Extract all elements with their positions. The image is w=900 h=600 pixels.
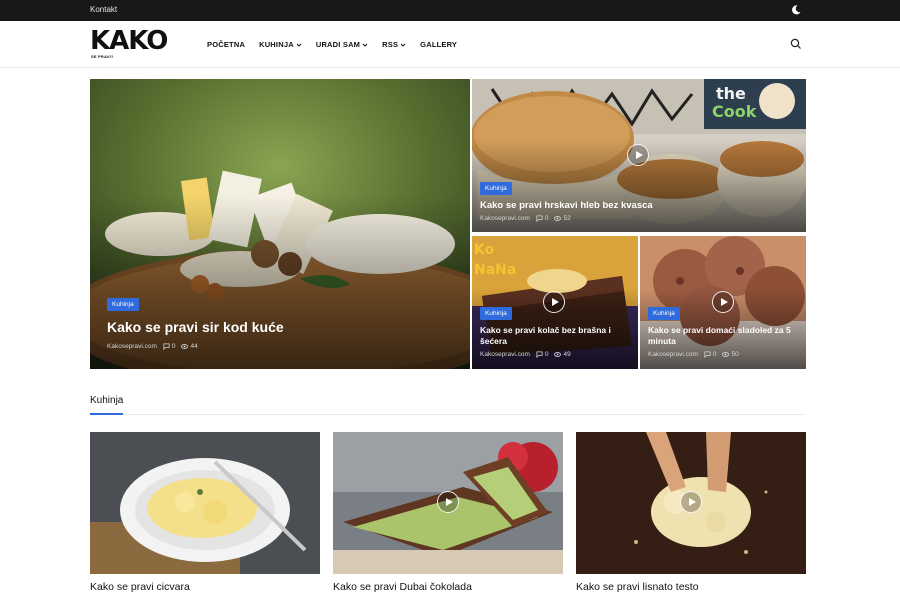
comment-icon	[536, 351, 543, 358]
post-title[interactable]: Kako se pravi sir kod kuće	[107, 319, 284, 335]
play-icon	[552, 298, 559, 306]
cicvara-image	[90, 432, 320, 574]
site-logo[interactable]: KAKO SE PRAVI?	[90, 28, 185, 60]
channel-logo-text: Ko	[474, 242, 495, 258]
view-count: 50	[731, 351, 739, 358]
comment-icon	[704, 351, 711, 358]
post-source[interactable]: Kakosepravi.com	[648, 351, 698, 358]
main-nav: POČETNA KUHINJA URADI SAM RSS GALLERY	[207, 40, 457, 49]
post-card[interactable]: Kako se pravi Dubai čokolada	[333, 432, 563, 593]
play-icon	[689, 498, 696, 506]
play-button[interactable]	[712, 291, 734, 313]
nav-item-gallery[interactable]: GALLERY	[420, 40, 457, 49]
post-title[interactable]: Kako se pravi lisnato testo	[576, 581, 806, 593]
chevron-down-icon	[400, 43, 406, 47]
category-badge[interactable]: Kuhinja	[107, 298, 139, 311]
section-accent-bar	[90, 413, 123, 415]
view-count: 49	[563, 351, 571, 358]
view-count: 44	[190, 343, 198, 350]
post-thumbnail[interactable]	[90, 432, 320, 574]
play-icon	[636, 151, 643, 159]
dark-mode-icon[interactable]	[790, 4, 802, 16]
hero-post-bread[interactable]: the Cook Kuhinja Kako se pravi hrskavi h…	[472, 79, 806, 232]
category-badge[interactable]: Kuhinja	[648, 307, 680, 320]
contact-link[interactable]: Kontakt	[90, 5, 117, 14]
nav-item-uradi-sam[interactable]: URADI SAM	[316, 40, 368, 49]
category-badge[interactable]: Kuhinja	[480, 182, 512, 195]
hero-post-icecream[interactable]: Kuhinja Kako se pravi domaći sladoled za…	[640, 236, 806, 369]
post-source[interactable]: Kakosepravi.com	[480, 215, 530, 222]
post-meta: Kakosepravi.com 0 44	[107, 343, 198, 350]
views-icon	[554, 352, 562, 357]
post-card[interactable]: Kako se pravi lisnato testo	[576, 432, 806, 593]
post-meta: Kakosepravi.com 0 52	[480, 215, 571, 222]
logo-tagline: SE PRAVI?	[91, 54, 114, 59]
views-icon	[722, 352, 730, 357]
comment-icon	[536, 215, 543, 222]
play-button[interactable]	[543, 291, 565, 313]
play-icon	[446, 498, 453, 506]
nav-item-rss[interactable]: RSS	[382, 40, 406, 49]
nav-label: POČETNA	[207, 40, 246, 49]
nav-item-pocetna[interactable]: POČETNA	[207, 40, 245, 49]
post-source[interactable]: Kakosepravi.com	[480, 351, 530, 358]
section-title[interactable]: Kuhinja	[90, 395, 123, 406]
logo-wordmark: KAKO	[90, 26, 168, 56]
search-icon[interactable]	[790, 38, 802, 50]
hero-post-cake[interactable]: Ko NaNa Kuhinja Kako se pravi kolač bez …	[472, 236, 638, 369]
channel-logo-text: Cook	[712, 102, 757, 121]
views-icon	[554, 216, 562, 221]
post-meta: Kakosepravi.com 0 50	[648, 351, 739, 358]
section-divider	[90, 414, 806, 415]
nav-label: URADI SAM	[315, 40, 361, 49]
nav-label: KUHINJA	[259, 40, 294, 49]
comment-count: 0	[712, 351, 717, 358]
top-bar: Kontakt	[0, 0, 900, 21]
play-icon	[721, 298, 728, 306]
comment-count: 0	[171, 343, 176, 350]
chevron-down-icon	[362, 43, 368, 47]
nav-item-kuhinja[interactable]: KUHINJA	[259, 40, 302, 49]
post-meta: Kakosepravi.com 0 49	[480, 351, 571, 358]
hero-main-post[interactable]: Kuhinja Kako se pravi sir kod kuće Kakos…	[90, 79, 470, 369]
nav-label: RSS	[382, 40, 399, 49]
channel-logo-text: NaNa	[474, 262, 516, 278]
category-badge[interactable]: Kuhinja	[480, 307, 512, 320]
post-title[interactable]: Kako se pravi Dubai čokolada	[333, 581, 563, 593]
post-source[interactable]: Kakosepravi.com	[107, 343, 157, 350]
post-card[interactable]: Kako se pravi cicvara	[90, 432, 320, 593]
play-button[interactable]	[437, 491, 459, 513]
nav-label: GALLERY	[420, 40, 458, 49]
post-title[interactable]: Kako se pravi domaći sladoled za 5 minut…	[648, 325, 803, 347]
comment-count: 0	[544, 215, 549, 222]
channel-logo-text: the	[716, 84, 746, 103]
comment-icon	[163, 343, 170, 350]
post-title[interactable]: Kako se pravi hrskavi hleb bez kvasca	[480, 200, 653, 211]
post-thumbnail[interactable]	[576, 432, 806, 574]
views-icon	[181, 344, 189, 349]
post-title[interactable]: Kako se pravi kolač bez brašna i šećera	[480, 325, 630, 347]
chevron-down-icon	[296, 43, 302, 47]
play-button[interactable]	[627, 144, 649, 166]
play-button[interactable]	[680, 491, 702, 513]
comment-count: 0	[544, 351, 549, 358]
site-header: KAKO SE PRAVI? POČETNA KUHINJA URADI SAM…	[0, 21, 900, 68]
view-count: 52	[563, 215, 571, 222]
post-thumbnail[interactable]	[333, 432, 563, 574]
post-title[interactable]: Kako se pravi cicvara	[90, 581, 320, 593]
